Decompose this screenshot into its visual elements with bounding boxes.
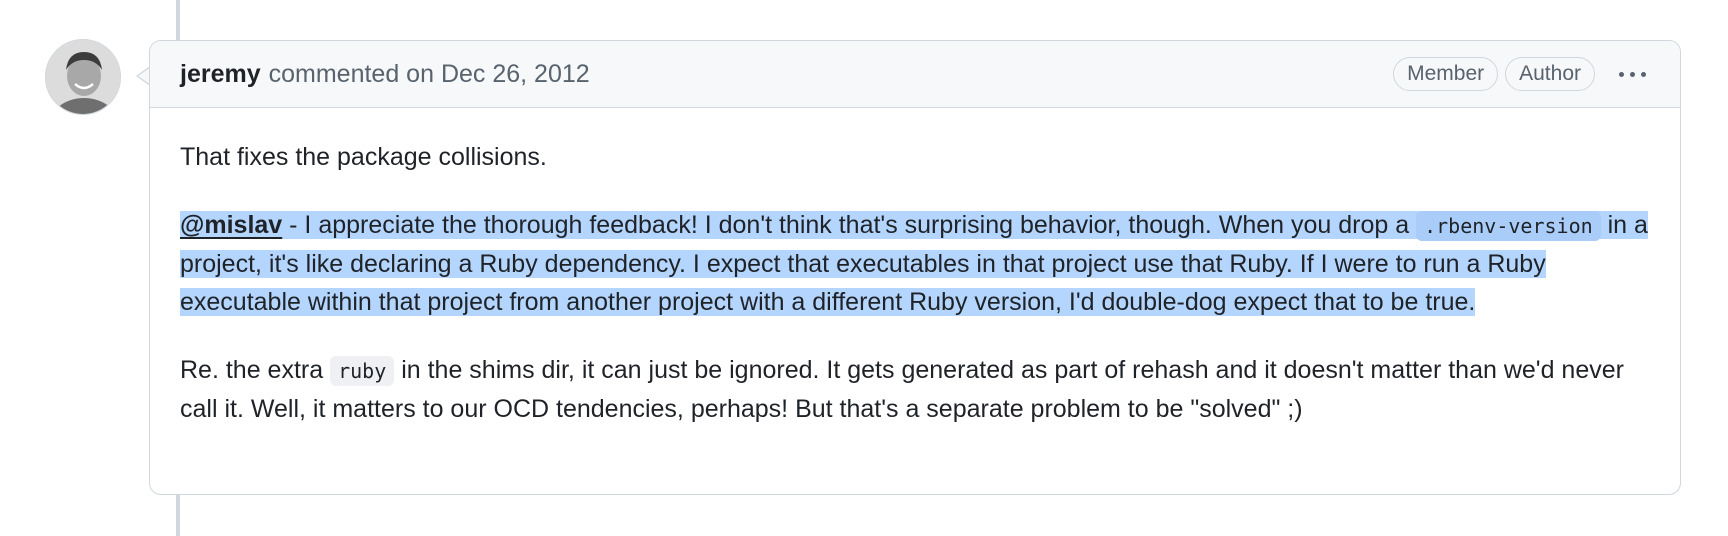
kebab-horizontal-icon[interactable] — [1615, 66, 1650, 83]
paragraph-1: That fixes the package collisions. — [180, 143, 547, 171]
comment-body: That fixes the package collisions. @misl… — [150, 108, 1680, 428]
comment-header: jeremy commented on Dec 26, 2012 Member … — [150, 41, 1680, 108]
comment-author[interactable]: jeremy — [180, 60, 261, 89]
selected-text: @mislav - I appreciate the thorough feed… — [180, 211, 1648, 316]
paragraph-3-text-a: Re. the extra — [180, 356, 331, 384]
comment-box: jeremy commented on Dec 26, 2012 Member … — [149, 40, 1681, 495]
mention-link[interactable]: @mislav — [180, 211, 282, 239]
author-label: Author — [1505, 57, 1595, 91]
paragraph-3: Re. the extra ruby in the shims dir, it … — [180, 351, 1650, 428]
comment-timestamp[interactable]: commented on Dec 26, 2012 — [269, 60, 590, 89]
paragraph-3-text-b: in the shims dir, it can just be ignored… — [180, 356, 1624, 423]
paragraph-2: @mislav - I appreciate the thorough feed… — [180, 206, 1650, 321]
paragraph-2-text-a: - I appreciate the thorough feedback! I … — [282, 211, 1417, 239]
avatar-photo-icon — [46, 40, 120, 114]
inline-code-rbenv-version: .rbenv-version — [1416, 211, 1601, 241]
member-label: Member — [1393, 57, 1499, 91]
avatar[interactable] — [45, 39, 121, 115]
inline-code-ruby: ruby — [330, 356, 395, 386]
